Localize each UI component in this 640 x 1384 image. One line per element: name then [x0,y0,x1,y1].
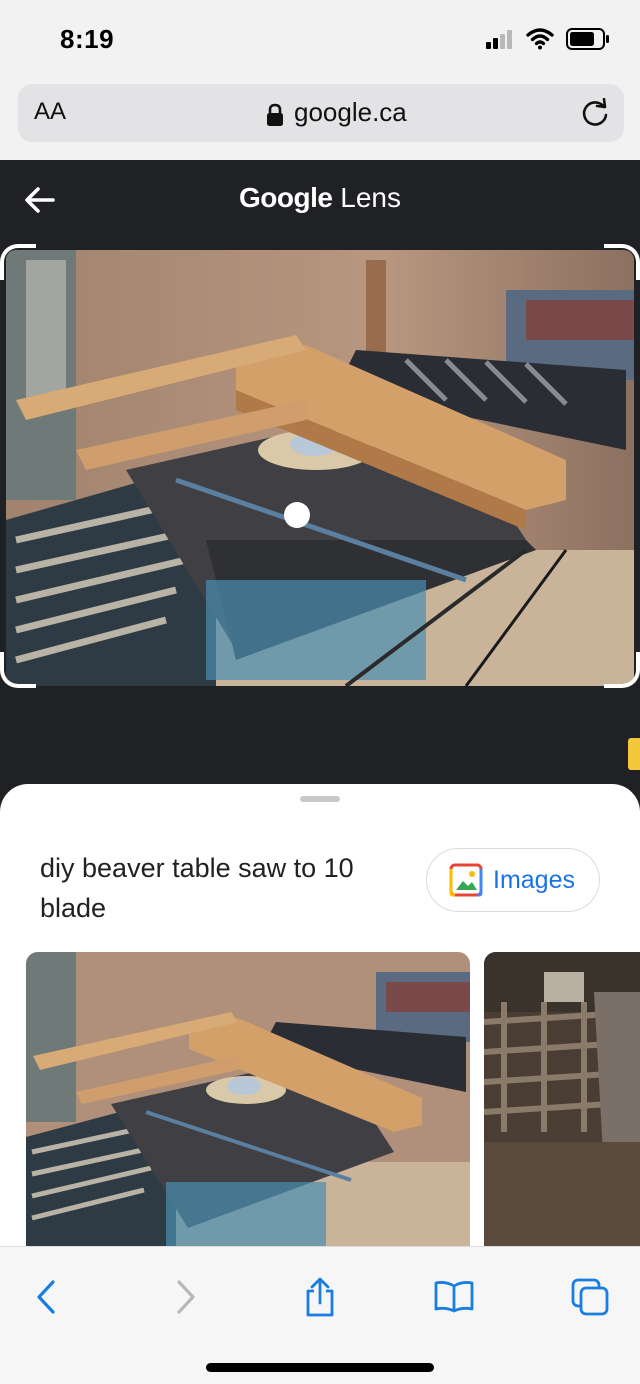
result-thumbnail-1[interactable] [26,952,470,1252]
share-button[interactable] [296,1273,344,1321]
forward-button[interactable] [162,1273,210,1321]
lens-header: Google Lens [0,160,640,244]
image-icon [449,863,483,897]
images-button[interactable]: Images [426,848,600,912]
images-button-label: Images [493,865,575,894]
status-bar: 8:19 [0,0,640,80]
address-bar-container: AA google.ca [0,80,640,160]
forward-icon [177,1280,195,1314]
focus-dot[interactable] [284,502,310,528]
battery-icon [566,28,609,50]
results-sheet: diy beaver table saw to 10 blade Images [0,784,640,1254]
result-thumbnail-2[interactable] [484,952,640,1252]
share-icon [306,1277,334,1317]
crop-corner-top-left[interactable] [0,244,36,280]
status-time: 8:19 [60,24,115,54]
tabs-icon [571,1278,609,1316]
text-size-button[interactable]: AA [34,98,66,126]
tabs-button[interactable] [566,1273,614,1321]
cellular-signal-icon [486,30,512,49]
crop-corner-top-right[interactable] [604,244,640,280]
browser-toolbar [0,1246,640,1384]
address-bar[interactable]: AA google.ca [18,84,624,142]
result-thumbnail-2-image [484,952,640,1252]
bookmarks-icon [434,1281,474,1313]
table-saw-photo-image [6,250,634,686]
status-icons [486,28,610,50]
side-peek-tab [628,738,640,770]
lens-title-product: Lens [340,182,401,213]
wifi-icon [526,28,554,50]
drag-handle[interactable] [300,796,340,802]
lens-title: Google Lens [0,182,640,214]
back-button[interactable] [22,1273,70,1321]
reload-icon[interactable] [580,98,610,128]
home-indicator [206,1363,434,1372]
lock-icon [267,103,283,126]
photo-area [0,244,640,784]
url-domain: google.ca [294,97,407,127]
table-saw-photo[interactable] [6,250,634,686]
crop-corner-bottom-right[interactable] [604,652,640,688]
back-icon [37,1280,55,1314]
result-thumbnail-1-image [26,952,470,1252]
crop-corner-bottom-left[interactable] [0,652,36,688]
bookmarks-button[interactable] [430,1273,478,1321]
lens-title-brand: Google [239,182,333,213]
search-query: diy beaver table saw to 10 blade [40,853,354,923]
